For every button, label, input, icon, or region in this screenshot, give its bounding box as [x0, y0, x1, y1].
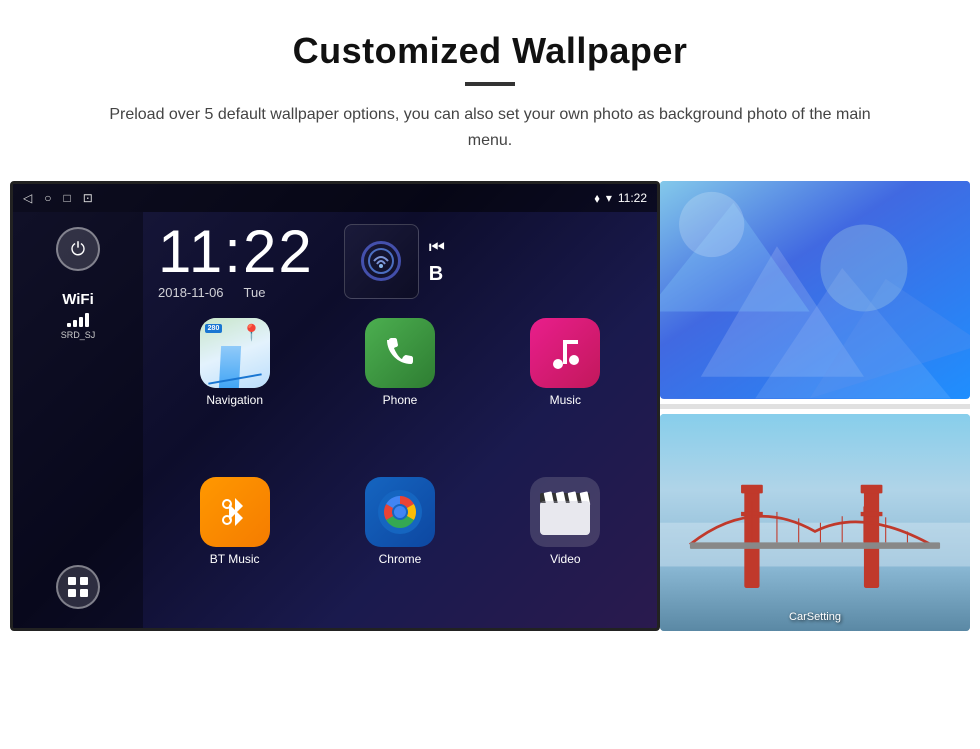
wifi-widget: WiFi SRD_SJ	[61, 291, 96, 340]
app-item-btmusic[interactable]: BT Music	[158, 477, 311, 624]
page-description: Preload over 5 default wallpaper options…	[100, 102, 880, 153]
app-item-music[interactable]: Music	[489, 318, 642, 465]
carsetting-label: CarSetting	[789, 611, 841, 623]
left-sidebar: ⏻ WiFi SRD_SJ	[13, 212, 143, 631]
status-bar-indicators: ⬧ ▾ 11:22	[594, 191, 647, 206]
signal-icon: ▾	[606, 191, 612, 205]
media-icon-box	[344, 224, 419, 299]
clock-date-value: 2018-11-06	[158, 285, 224, 300]
status-bar: ◁ ○ □ ⊡ ⬧ ▾ 11:22	[13, 184, 657, 212]
app-item-video[interactable]: Video	[489, 477, 642, 624]
chrome-icon	[365, 477, 435, 547]
clock-day-value: Tue	[244, 285, 266, 300]
app-item-phone[interactable]: Phone	[323, 318, 476, 465]
status-bar-nav-icons: ◁ ○ □ ⊡	[23, 191, 93, 205]
app-item-chrome[interactable]: Chrome	[323, 477, 476, 624]
power-button[interactable]: ⏻	[56, 227, 100, 271]
home-icon[interactable]: ○	[44, 191, 51, 205]
app-label-btmusic: BT Music	[210, 552, 260, 566]
app-label-phone: Phone	[383, 393, 418, 407]
wifi-signal-icon	[361, 241, 401, 281]
app-grid: 280 📍 Navigation	[158, 318, 642, 624]
apps-grid-button[interactable]	[56, 565, 100, 609]
device-mockup: ◁ ○ □ ⊡ ⬧ ▾ 11:22 ⏻ WiFi	[10, 181, 970, 631]
app-label-video: Video	[550, 552, 580, 566]
prev-track-icon[interactable]: ⏮	[429, 237, 445, 258]
music-icon	[530, 318, 600, 388]
bridge-scene: CarSetting	[660, 414, 970, 632]
app-label-navigation: Navigation	[206, 393, 263, 407]
screenshot-icon[interactable]: ⊡	[83, 191, 93, 205]
phone-icon	[365, 318, 435, 388]
video-icon	[530, 477, 600, 547]
wallpaper-ice[interactable]	[660, 181, 970, 399]
media-controls[interactable]: ⏮ B	[429, 237, 445, 286]
app-label-music: Music	[550, 393, 581, 407]
title-divider	[465, 82, 515, 86]
location-icon: ⬧	[594, 191, 599, 206]
clock-widget: 11:22 2018-11-06 Tue	[158, 222, 314, 300]
back-icon[interactable]: ◁	[23, 191, 32, 205]
wifi-ssid: SRD_SJ	[61, 330, 96, 340]
page-title: Customized Wallpaper	[293, 30, 688, 72]
app-item-navigation[interactable]: 280 📍 Navigation	[158, 318, 311, 465]
center-content: 11:22 2018-11-06 Tue	[143, 212, 657, 631]
wallpaper-bridge[interactable]: CarSetting	[660, 414, 970, 632]
wallpaper-divider	[660, 404, 970, 409]
status-time: 11:22	[618, 191, 647, 205]
wifi-label: WiFi	[62, 291, 94, 308]
media-widget: ⏮ B	[344, 224, 445, 299]
btmusic-icon	[200, 477, 270, 547]
wallpaper-stack: CarSetting	[660, 181, 970, 631]
clock-section: 11:22 2018-11-06 Tue	[158, 222, 642, 308]
recents-icon[interactable]: □	[63, 191, 70, 205]
ice-texture	[660, 181, 970, 399]
clock-date: 2018-11-06 Tue	[158, 285, 265, 300]
navigation-icon: 280 📍	[200, 318, 270, 388]
clock-time: 11:22	[158, 222, 314, 282]
next-label: B	[429, 263, 445, 286]
app-label-chrome: Chrome	[379, 552, 422, 566]
android-screen: ◁ ○ □ ⊡ ⬧ ▾ 11:22 ⏻ WiFi	[10, 181, 660, 631]
screen-content: ⏻ WiFi SRD_SJ	[13, 212, 657, 631]
wifi-signal-bars	[67, 311, 89, 327]
